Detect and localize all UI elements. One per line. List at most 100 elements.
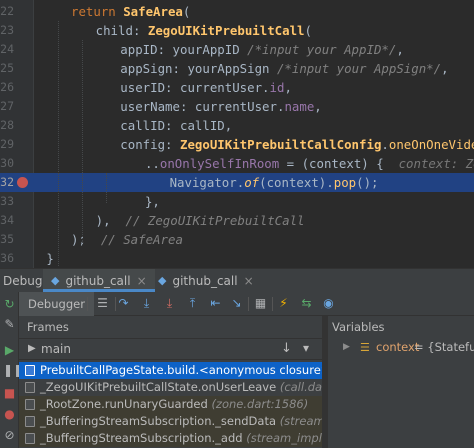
code-line[interactable]: 22 return SafeArea( bbox=[0, 2, 474, 21]
table-icon[interactable]: ▦ bbox=[253, 296, 268, 311]
close-icon[interactable]: × bbox=[137, 274, 147, 289]
thread-selector[interactable]: ▶ main ↓ ▾ bbox=[19, 338, 322, 360]
code-text: appID: yourAppID /*input your AppID*/, bbox=[120, 40, 404, 59]
frame-row[interactable]: _BufferingStreamSubscription._sendData (… bbox=[19, 413, 322, 430]
resume-icon[interactable]: ▶ bbox=[3, 344, 16, 357]
code-line[interactable]: 32 Navigator.of(context).pop(); bbox=[0, 173, 474, 192]
frame-row[interactable]: _ZegoUIKitPrebuiltCallState.onUserLeave … bbox=[19, 379, 322, 396]
code-line[interactable]: 29 config: ZegoUIKitPrebuiltCallConfig.on… bbox=[0, 135, 474, 154]
field-icon: ☰ bbox=[360, 341, 370, 354]
code-text: userID: currentUser.id, bbox=[120, 78, 292, 97]
line-number[interactable]: 29 bbox=[0, 135, 14, 154]
stack-frame-icon bbox=[25, 382, 35, 393]
stop-icon[interactable]: ■ bbox=[3, 387, 16, 400]
code-line[interactable]: 27 userName: currentUser.name, bbox=[0, 97, 474, 116]
console-icon[interactable]: ☰ bbox=[95, 296, 110, 311]
line-number[interactable]: 30 bbox=[0, 154, 14, 173]
breakpoint-icon[interactable] bbox=[17, 177, 28, 188]
frame-location: (stream_impl. bbox=[279, 414, 322, 428]
code-token: , bbox=[441, 61, 449, 76]
line-number[interactable]: 34 bbox=[0, 211, 14, 230]
line-number[interactable]: 26 bbox=[0, 78, 14, 97]
chevron-right-icon[interactable]: ▶ bbox=[343, 338, 350, 357]
variable-name: context bbox=[376, 340, 420, 354]
line-number[interactable]: 32 bbox=[0, 173, 14, 192]
pause-icon[interactable]: ❚❚ bbox=[3, 364, 23, 377]
code-token: userName: bbox=[120, 99, 195, 114]
code-line[interactable]: 35); // SafeArea bbox=[0, 230, 474, 249]
code-token: appSign: bbox=[120, 61, 188, 76]
thread-name: main bbox=[41, 342, 71, 356]
frame-row[interactable]: _BufferingStreamSubscription._add (strea… bbox=[19, 430, 322, 447]
frame-row[interactable]: _RootZone.runUnaryGuarded (zone.dart:158… bbox=[19, 396, 322, 413]
code-line[interactable]: 30 ..onOnlySelfInRoom = (context) { conte… bbox=[0, 154, 474, 173]
mute-breakpoints-icon[interactable]: ◉ bbox=[321, 296, 336, 311]
code-token: /*input your AppSign*/ bbox=[276, 61, 442, 76]
code-line[interactable]: 26 userID: currentUser.id, bbox=[0, 78, 474, 97]
tab-debug-session-2[interactable]: ◆ github_call × bbox=[150, 269, 262, 292]
indent-guide bbox=[82, 40, 83, 245]
debug-tool-window-header: Debug: ◆ github_call × ◆ github_call × bbox=[0, 268, 474, 292]
close-icon[interactable]: × bbox=[244, 274, 254, 292]
code-token: oneOnOneVideoCall bbox=[388, 137, 474, 152]
tab-debugger[interactable]: Debugger bbox=[19, 292, 94, 316]
line-number[interactable]: 36 bbox=[0, 249, 14, 268]
toolbar-divider bbox=[248, 297, 249, 311]
code-token: .. bbox=[144, 156, 160, 171]
line-number[interactable]: 27 bbox=[0, 97, 14, 116]
code-editor[interactable]: 22 return SafeArea(23 child: ZegoUIKitPreb… bbox=[0, 0, 474, 268]
force-step-into-icon[interactable]: ⤓ bbox=[162, 296, 177, 311]
code-text: } bbox=[46, 249, 53, 268]
view-breakpoints-icon[interactable]: ● bbox=[3, 408, 16, 421]
code-line[interactable]: 34), // ZegoUIKitPrebuiltCall bbox=[0, 211, 474, 230]
code-text: userName: currentUser.name, bbox=[120, 97, 321, 116]
settings-icon[interactable]: ✎ bbox=[3, 318, 16, 331]
tab-debug-session-1[interactable]: ◆ github_call × bbox=[43, 269, 155, 292]
trace-icon[interactable]: ⇆ bbox=[299, 296, 314, 311]
frame-method: _BufferingStreamSubscription._sendData bbox=[40, 414, 277, 428]
drop-frame-icon[interactable]: ⇤ bbox=[208, 296, 223, 311]
code-token: id bbox=[269, 80, 285, 95]
flutter-icon: ◆ bbox=[158, 274, 167, 287]
line-number[interactable]: 28 bbox=[0, 116, 14, 135]
line-number[interactable]: 25 bbox=[0, 59, 14, 78]
step-over-icon[interactable]: ↷ bbox=[116, 296, 131, 311]
run-to-cursor-icon[interactable]: ↘ bbox=[229, 296, 244, 311]
frame-method: PrebuiltCallPageState.build.<anonymous c… bbox=[40, 363, 322, 377]
code-text: ..onOnlySelfInRoom = (context) { context… bbox=[145, 154, 474, 173]
filter-icon[interactable]: ▾ bbox=[303, 341, 309, 355]
code-line[interactable]: 25 appSign: yourAppSign /*input your AppS… bbox=[0, 59, 474, 78]
code-token: /*input your AppID*/ bbox=[247, 42, 397, 57]
code-text: appSign: yourAppSign /*input your AppSig… bbox=[120, 59, 448, 78]
variable-row[interactable]: ▶ ☰ context = {StatefulEl bbox=[328, 338, 474, 357]
step-into-icon[interactable]: ⤓ bbox=[139, 296, 154, 311]
code-token: ( bbox=[304, 23, 312, 38]
code-line[interactable]: 28 callID: callID, bbox=[0, 116, 474, 135]
code-token: , bbox=[314, 99, 322, 114]
code-token: currentUser. bbox=[194, 99, 285, 114]
code-line[interactable]: 24 appID: yourAppID /*input your AppID*/, bbox=[0, 40, 474, 59]
line-number[interactable]: 35 bbox=[0, 230, 14, 249]
frames-title: Frames bbox=[27, 320, 69, 334]
arrow-down-icon[interactable]: ↓ bbox=[281, 341, 292, 356]
step-out-icon[interactable]: ⤒ bbox=[185, 296, 200, 311]
code-token: (context). bbox=[259, 175, 334, 190]
line-number[interactable]: 33 bbox=[0, 192, 14, 211]
mute-breakpoints-icon[interactable]: ⊘ bbox=[3, 429, 16, 442]
line-number[interactable]: 24 bbox=[0, 40, 14, 59]
code-line[interactable]: 36} bbox=[0, 249, 474, 268]
code-line[interactable]: 23 child: ZegoUIKitPrebuiltCall( bbox=[0, 21, 474, 40]
flash-icon[interactable]: ⚡ bbox=[276, 296, 291, 311]
code-token: , bbox=[284, 80, 292, 95]
variable-value-text: {StatefulEl bbox=[427, 340, 474, 354]
variable-value: = {StatefulEl bbox=[414, 338, 474, 357]
line-number[interactable]: 22 bbox=[0, 2, 14, 21]
rerun-icon[interactable]: ↻ bbox=[3, 298, 16, 311]
code-token: of bbox=[244, 175, 260, 190]
frame-row[interactable]: PrebuiltCallPageState.build.<anonymous c… bbox=[19, 362, 322, 379]
debug-label: Debug: bbox=[3, 274, 47, 288]
code-line[interactable]: 33}, bbox=[0, 192, 474, 211]
code-token: appID: bbox=[120, 42, 173, 57]
stack-frame-icon bbox=[25, 416, 35, 427]
line-number[interactable]: 23 bbox=[0, 21, 14, 40]
